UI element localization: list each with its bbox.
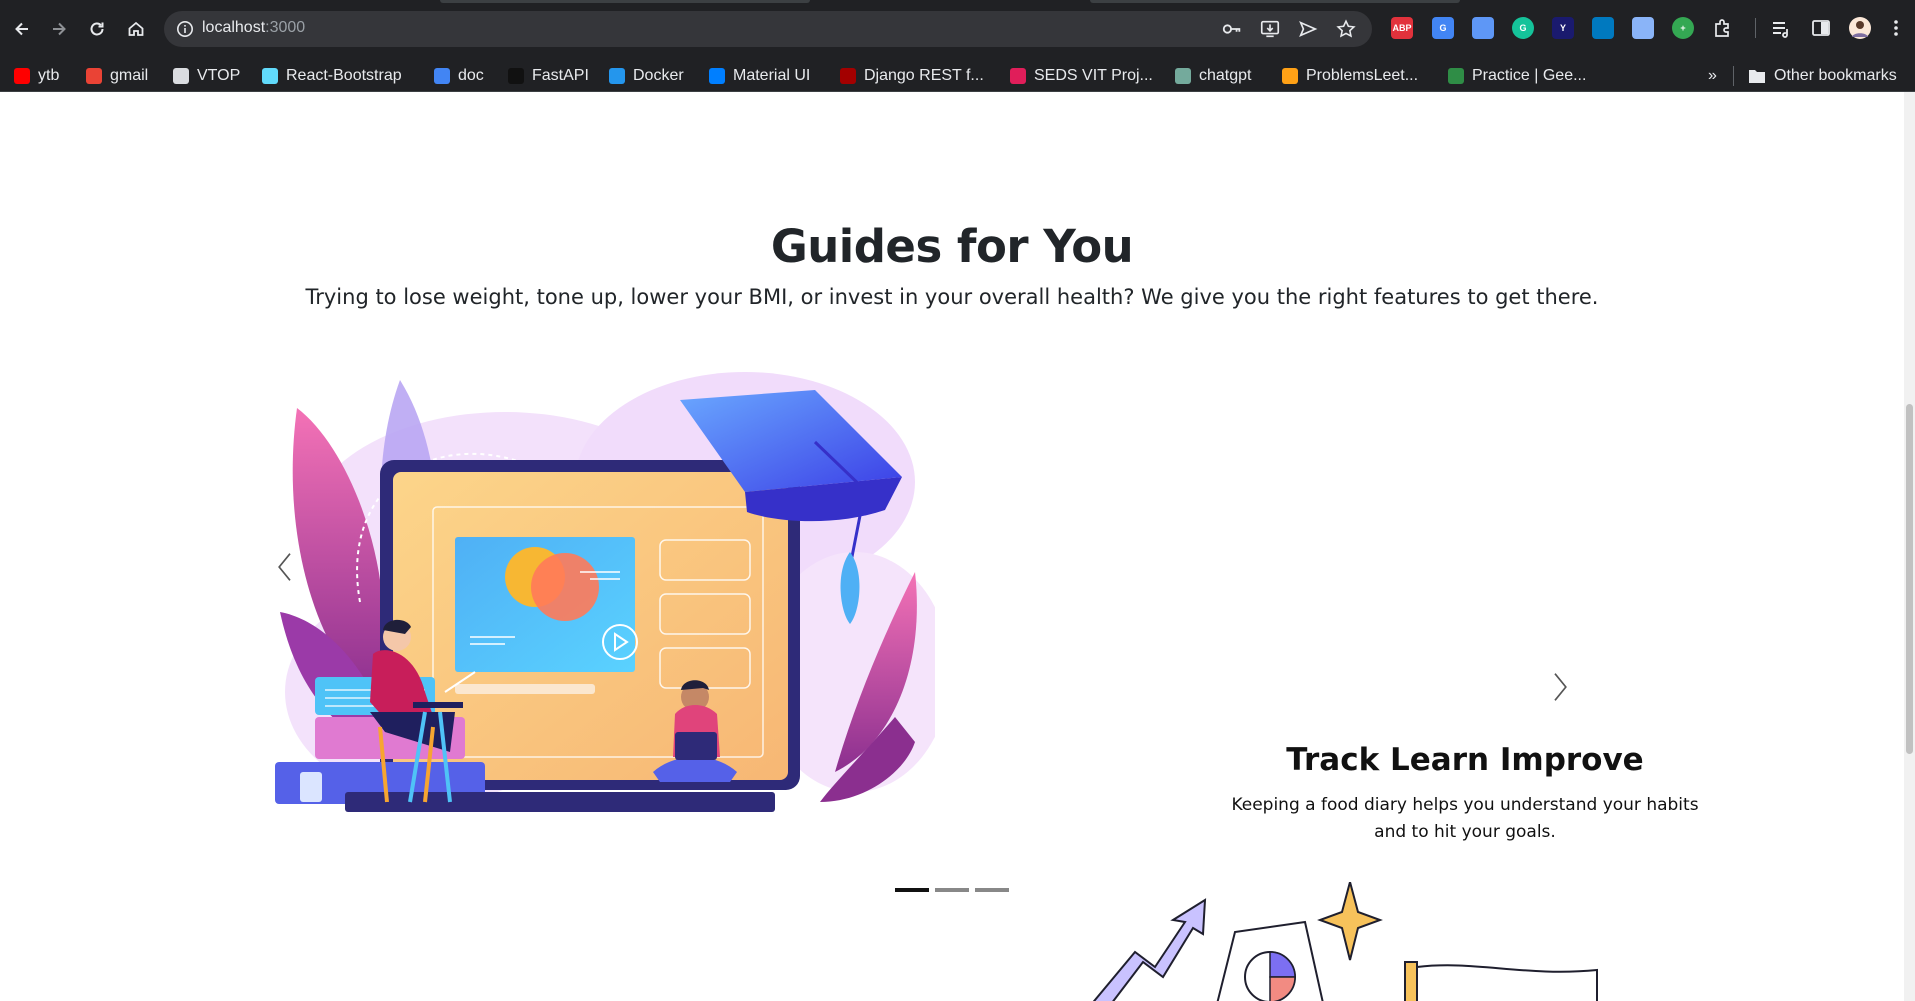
bookmark-favicon-icon (434, 68, 450, 84)
carousel-caption-text: Keeping a food diary helps you understan… (1231, 795, 1699, 842)
bookmark-item[interactable]: ProblemsLeet... (1282, 66, 1418, 86)
bookmark-item[interactable]: ytb (14, 66, 59, 86)
bookmark-favicon-icon (709, 68, 725, 84)
bookmark-item[interactable]: VTOP (173, 66, 240, 86)
bookmark-favicon-icon (14, 68, 30, 84)
online-learning-illustration (275, 372, 935, 812)
arrow-left-icon (15, 22, 28, 36)
bookmark-item[interactable]: Django REST f... (840, 66, 984, 86)
trello-icon[interactable] (1592, 17, 1614, 39)
bookmark-label: Docker (633, 67, 684, 84)
carousel-indicator[interactable] (935, 888, 969, 892)
add-extension-icon[interactable]: + (1672, 17, 1694, 39)
carousel-indicators (895, 888, 1009, 892)
url-text: localhost:3000 (202, 19, 306, 36)
bookmark-item[interactable]: Material UI (709, 66, 810, 86)
profile-avatar-icon[interactable] (1849, 17, 1871, 39)
carousel-caption-title: Track Learn Improve (1286, 742, 1644, 778)
arrow-right-icon (53, 22, 66, 36)
bookmark-label: Material UI (733, 67, 811, 84)
abp-icon[interactable]: ABP (1391, 17, 1413, 39)
back-button[interactable] (7, 14, 37, 44)
tab-edge (1090, 0, 1460, 3)
bookmark-label: FastAPI (532, 67, 589, 84)
bookmark-favicon-icon (1448, 68, 1464, 84)
y-extension-icon[interactable]: Y (1552, 17, 1574, 39)
home-button[interactable] (121, 14, 151, 44)
carousel-indicator[interactable] (895, 888, 929, 892)
page-content: Guides for You Trying to lose weight, to… (0, 92, 1915, 1001)
bookmark-label: Django REST f... (864, 67, 984, 84)
folder-icon (1749, 70, 1765, 83)
chevron-left-icon (278, 553, 291, 581)
bookmark-item[interactable]: Practice | Gee... (1448, 66, 1586, 86)
reading-list-icon[interactable] (1770, 17, 1792, 39)
bookmark-favicon-icon (86, 68, 102, 84)
bookmark-label: Practice | Gee... (1472, 67, 1587, 84)
translate-icon[interactable]: G (1432, 17, 1454, 39)
bookmark-label: gmail (110, 67, 149, 84)
bookmark-label: doc (458, 67, 484, 84)
bookmark-item[interactable]: React-Bootstrap (262, 66, 402, 86)
screen-capture-icon[interactable] (1472, 17, 1494, 39)
bookmark-label: VTOP (197, 67, 241, 84)
bookmark-favicon-icon (840, 68, 856, 84)
bookmark-item[interactable]: SEDS VIT Proj... (1010, 66, 1153, 86)
forward-button[interactable] (44, 14, 74, 44)
bookmarks-divider (1733, 66, 1734, 86)
section-heading: Guides for You (770, 220, 1134, 273)
bookmark-label: ytb (38, 67, 60, 84)
toolbar-divider (1755, 18, 1756, 38)
carousel-next-button[interactable] (1540, 657, 1580, 717)
send-tab-icon[interactable] (1296, 17, 1320, 41)
bookmark-label: SEDS VIT Proj... (1034, 67, 1153, 84)
reload-icon (90, 22, 104, 36)
bookmark-star-icon[interactable] (1334, 17, 1358, 41)
chevron-right-icon (1554, 673, 1567, 701)
bookmark-favicon-icon (1175, 68, 1191, 84)
bookmark-favicon-icon (1010, 68, 1026, 84)
carousel-prev-button[interactable] (265, 537, 305, 597)
bookmark-item[interactable]: gmail (86, 66, 148, 86)
other-bookmarks-folder[interactable]: Other bookmarks (1748, 66, 1897, 86)
progress-chart-illustration (1092, 882, 1598, 1001)
install-app-icon[interactable] (1258, 17, 1282, 41)
password-key-icon[interactable] (1220, 17, 1244, 41)
extensions-puzzle-icon[interactable] (1712, 17, 1734, 39)
address-bar[interactable]: localhost:3000 (164, 11, 1372, 47)
bookmark-label: React-Bootstrap (286, 67, 402, 84)
bookmark-item[interactable]: doc (434, 66, 484, 86)
info-icon[interactable] (176, 20, 194, 38)
home-icon (128, 21, 144, 36)
section-subheading: Trying to lose weight, tone up, lower yo… (305, 285, 1599, 309)
bookmark-favicon-icon (508, 68, 524, 84)
browser-toolbar: localhost:3000 ABP G G Y + (0, 0, 1915, 58)
page-scrollbar[interactable] (1904, 92, 1915, 1001)
bookmark-item[interactable]: chatgpt (1175, 66, 1251, 86)
scrollbar-thumb[interactable] (1906, 404, 1913, 754)
bookmark-favicon-icon (173, 68, 189, 84)
tab-edge (440, 0, 810, 3)
bookmarks-bar: ytb gmail VTOP React-Bootstrap doc FastAPI Doc… (0, 58, 1915, 92)
bookmark-item[interactable]: Docker (609, 66, 684, 86)
bookmark-label: ProblemsLeet... (1306, 67, 1419, 84)
bookmark-favicon-icon (1282, 68, 1298, 84)
bookmark-label: chatgpt (1199, 67, 1252, 84)
carousel-indicator[interactable] (975, 888, 1009, 892)
bookmarks-overflow-button[interactable]: » (1708, 66, 1717, 86)
guides-carousel: Track Learn Improve Keeping a food diary… (275, 372, 1699, 902)
chrome-menu-icon[interactable] (1885, 17, 1907, 39)
bookmark-favicon-icon (609, 68, 625, 84)
grammarly-icon[interactable]: G (1512, 17, 1534, 39)
calendar-icon[interactable] (1632, 17, 1654, 39)
side-panel-icon[interactable] (1810, 17, 1832, 39)
reload-button[interactable] (82, 14, 112, 44)
bookmark-item[interactable]: FastAPI (508, 66, 589, 86)
bookmark-favicon-icon (262, 68, 278, 84)
